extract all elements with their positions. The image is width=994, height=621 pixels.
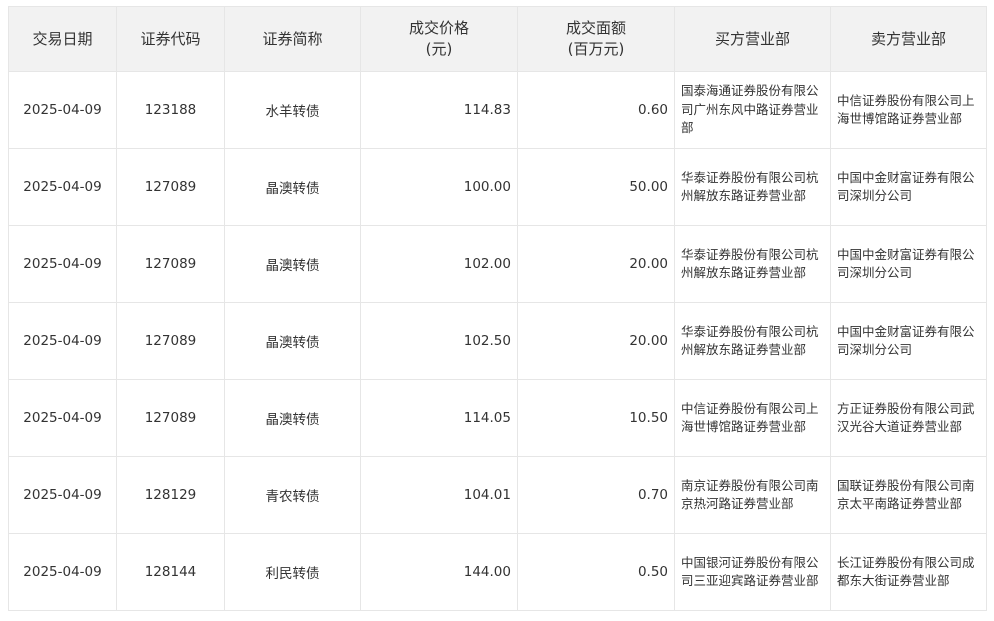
- cell-amount: 0.60: [517, 71, 675, 149]
- cell-security-code: 127089: [116, 148, 225, 226]
- header-amount-label: 成交面额: [565, 19, 626, 37]
- cell-security-code: 127089: [116, 302, 225, 380]
- cell-security-code: 128144: [116, 533, 225, 611]
- cell-buyer-branch: 国泰海通证券股份有限公司广州东风中路证券营业部: [674, 71, 831, 149]
- cell-seller-branch: 中国中金财富证券有限公司深圳分公司: [830, 302, 987, 380]
- cell-security-name: 晶澳转债: [224, 148, 361, 226]
- table-row: 2025-04-09 128144 利民转债 144.00 0.50 中国银河证…: [8, 533, 987, 611]
- cell-security-name: 水羊转债: [224, 71, 361, 149]
- cell-security-name: 利民转债: [224, 533, 361, 611]
- table-row: 2025-04-09 127089 晶澳转债 114.05 10.50 中信证券…: [8, 379, 987, 457]
- table-header: 交易日期 证券代码 证券简称 成交价格 (元) 成交面额 (百万元) 买方营业部…: [8, 6, 987, 72]
- cell-amount: 20.00: [517, 225, 675, 303]
- cell-buyer-branch: 华泰证券股份有限公司杭州解放东路证券营业部: [674, 302, 831, 380]
- cell-amount: 20.00: [517, 302, 675, 380]
- table-row: 2025-04-09 127089 晶澳转债 102.00 20.00 华泰证券…: [8, 225, 987, 303]
- table-row: 2025-04-09 127089 晶澳转债 100.00 50.00 华泰证券…: [8, 148, 987, 226]
- header-row: 交易日期 证券代码 证券简称 成交价格 (元) 成交面额 (百万元) 买方营业部…: [8, 6, 987, 72]
- cell-seller-branch: 中信证券股份有限公司上海世博馆路证券营业部: [830, 71, 987, 149]
- cell-buyer-branch: 中信证券股份有限公司上海世博馆路证券营业部: [674, 379, 831, 457]
- header-security-name-label: 证券简称: [262, 29, 323, 48]
- header-amount[interactable]: 成交面额 (百万元): [517, 6, 675, 72]
- header-amount-unit: (百万元): [567, 40, 625, 58]
- cell-trade-date: 2025-04-09: [8, 379, 117, 457]
- cell-trade-date: 2025-04-09: [8, 71, 117, 149]
- cell-security-name: 晶澳转债: [224, 225, 361, 303]
- cell-buyer-branch: 华泰证券股份有限公司杭州解放东路证券营业部: [674, 225, 831, 303]
- cell-price: 114.83: [360, 71, 518, 149]
- cell-price: 144.00: [360, 533, 518, 611]
- cell-trade-date: 2025-04-09: [8, 456, 117, 534]
- cell-security-name: 晶澳转债: [224, 379, 361, 457]
- header-buyer-branch[interactable]: 买方营业部: [674, 6, 831, 72]
- cell-seller-branch: 国联证券股份有限公司南京太平南路证券营业部: [830, 456, 987, 534]
- cell-security-code: 128129: [116, 456, 225, 534]
- cell-trade-date: 2025-04-09: [8, 148, 117, 226]
- header-price[interactable]: 成交价格 (元): [360, 6, 518, 72]
- cell-price: 100.00: [360, 148, 518, 226]
- cell-trade-date: 2025-04-09: [8, 302, 117, 380]
- header-seller-branch-label: 卖方营业部: [870, 29, 946, 48]
- cell-trade-date: 2025-04-09: [8, 225, 117, 303]
- cell-buyer-branch: 华泰证券股份有限公司杭州解放东路证券营业部: [674, 148, 831, 226]
- cell-price: 102.50: [360, 302, 518, 380]
- cell-amount: 0.70: [517, 456, 675, 534]
- header-trade-date[interactable]: 交易日期: [8, 6, 117, 72]
- table-row: 2025-04-09 128129 青农转债 104.01 0.70 南京证券股…: [8, 456, 987, 534]
- cell-amount: 0.50: [517, 533, 675, 611]
- cell-amount: 50.00: [517, 148, 675, 226]
- header-security-code[interactable]: 证券代码: [116, 6, 225, 72]
- table-body: 2025-04-09 123188 水羊转债 114.83 0.60 国泰海通证…: [8, 71, 987, 611]
- table-row: 2025-04-09 127089 晶澳转债 102.50 20.00 华泰证券…: [8, 302, 987, 380]
- block-trade-table: 交易日期 证券代码 证券简称 成交价格 (元) 成交面额 (百万元) 买方营业部…: [8, 6, 987, 611]
- cell-security-code: 127089: [116, 379, 225, 457]
- cell-buyer-branch: 中国银河证券股份有限公司三亚迎宾路证券营业部: [674, 533, 831, 611]
- cell-price: 114.05: [360, 379, 518, 457]
- cell-buyer-branch: 南京证券股份有限公司南京热河路证券营业部: [674, 456, 831, 534]
- header-buyer-branch-label: 买方营业部: [714, 29, 790, 48]
- cell-amount: 10.50: [517, 379, 675, 457]
- cell-price: 102.00: [360, 225, 518, 303]
- cell-price: 104.01: [360, 456, 518, 534]
- cell-seller-branch: 中国中金财富证券有限公司深圳分公司: [830, 225, 987, 303]
- header-price-label: 成交价格: [408, 19, 469, 37]
- header-seller-branch[interactable]: 卖方营业部: [830, 6, 987, 72]
- table-row: 2025-04-09 123188 水羊转债 114.83 0.60 国泰海通证…: [8, 71, 987, 149]
- cell-security-code: 123188: [116, 71, 225, 149]
- header-security-name[interactable]: 证券简称: [224, 6, 361, 72]
- header-trade-date-label: 交易日期: [32, 29, 93, 48]
- cell-seller-branch: 长江证券股份有限公司成都东大街证券营业部: [830, 533, 987, 611]
- cell-seller-branch: 中国中金财富证券有限公司深圳分公司: [830, 148, 987, 226]
- header-price-unit: (元): [425, 40, 453, 58]
- header-security-code-label: 证券代码: [140, 29, 201, 48]
- cell-seller-branch: 方正证券股份有限公司武汉光谷大道证券营业部: [830, 379, 987, 457]
- cell-security-name: 青农转债: [224, 456, 361, 534]
- cell-security-name: 晶澳转债: [224, 302, 361, 380]
- cell-security-code: 127089: [116, 225, 225, 303]
- block-trade-table-container: 交易日期 证券代码 证券简称 成交价格 (元) 成交面额 (百万元) 买方营业部…: [8, 6, 987, 611]
- cell-trade-date: 2025-04-09: [8, 533, 117, 611]
